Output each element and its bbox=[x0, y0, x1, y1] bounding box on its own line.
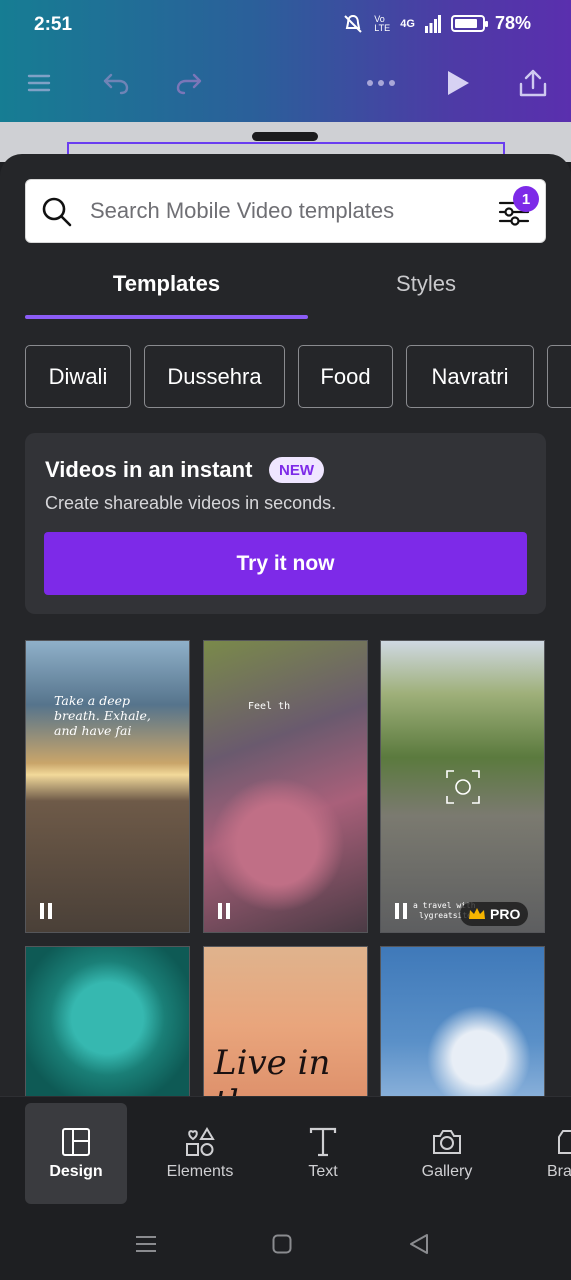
crown-icon bbox=[469, 908, 485, 919]
template-tile[interactable] bbox=[25, 946, 190, 1096]
pause-icon[interactable] bbox=[40, 903, 54, 919]
nav-design[interactable]: Design bbox=[25, 1103, 127, 1204]
pause-icon[interactable] bbox=[395, 903, 409, 919]
template-tile[interactable]: Feel th bbox=[203, 640, 368, 933]
viewfinder-icon bbox=[446, 770, 480, 804]
nav-gallery-label: Gallery bbox=[421, 1163, 473, 1180]
mute-icon bbox=[344, 14, 362, 33]
bottom-navigation: Design Elements Text Gallery Bra bbox=[0, 1096, 571, 1206]
volte-indicator: Vo LTE bbox=[374, 13, 391, 33]
chip-food[interactable]: Food bbox=[298, 345, 393, 408]
system-navigation-bar bbox=[0, 1206, 571, 1280]
nav-elements[interactable]: Elements bbox=[149, 1103, 251, 1204]
new-badge: NEW bbox=[269, 457, 324, 483]
shapes-icon bbox=[186, 1127, 215, 1156]
play-icon[interactable] bbox=[444, 58, 472, 108]
chip-next[interactable] bbox=[547, 345, 571, 408]
editor-toolbar bbox=[0, 58, 571, 108]
pro-badge: PRO bbox=[460, 902, 529, 926]
menu-icon[interactable] bbox=[24, 58, 54, 108]
nav-brand[interactable]: Bra bbox=[519, 1103, 571, 1204]
status-icons: Vo LTE 4G 78% bbox=[342, 13, 531, 34]
template-quote-text: Take a deep breath. Exhale, and have fai bbox=[54, 693, 151, 738]
promo-card: Videos in an instant NEW Create shareabl… bbox=[25, 433, 546, 614]
template-tile[interactable] bbox=[380, 946, 545, 1096]
status-bar: 2:51 Vo LTE 4G 78% bbox=[0, 0, 571, 50]
nav-text[interactable]: Text bbox=[272, 1103, 374, 1204]
tab-templates[interactable]: Templates bbox=[25, 271, 308, 321]
filter-count-badge: 1 bbox=[513, 186, 539, 212]
search-input[interactable]: Search Mobile Video templates bbox=[90, 198, 394, 224]
brand-icon bbox=[558, 1130, 571, 1154]
home-icon[interactable] bbox=[272, 1234, 292, 1254]
chip-dussehra[interactable]: Dussehra bbox=[144, 345, 285, 408]
canva-mobile-screen: 2:51 Vo LTE 4G 78% Search Mobile Video t… bbox=[0, 0, 571, 1280]
sheet-drag-handle[interactable] bbox=[252, 132, 318, 141]
network-type: 4G bbox=[400, 17, 415, 30]
nav-brand-label: Bra bbox=[547, 1163, 571, 1180]
text-t-icon bbox=[309, 1127, 337, 1157]
search-icon bbox=[42, 197, 72, 227]
nav-elements-label: Elements bbox=[166, 1163, 234, 1180]
nav-design-label: Design bbox=[49, 1163, 103, 1180]
try-it-now-button[interactable]: Try it now bbox=[44, 532, 527, 595]
chip-navratri[interactable]: Navratri bbox=[406, 345, 534, 408]
layout-icon bbox=[62, 1128, 90, 1156]
pro-label: PRO bbox=[490, 906, 521, 922]
back-icon[interactable] bbox=[408, 1233, 430, 1255]
share-upload-icon[interactable] bbox=[517, 58, 549, 108]
signal-icon bbox=[424, 14, 441, 33]
camera-icon bbox=[433, 1130, 461, 1154]
nav-gallery[interactable]: Gallery bbox=[396, 1103, 498, 1204]
pause-icon[interactable] bbox=[218, 903, 232, 919]
recent-apps-icon[interactable] bbox=[134, 1234, 158, 1254]
promo-title: Videos in an instant bbox=[45, 457, 253, 482]
active-tab-indicator bbox=[25, 315, 308, 319]
top-gradient-bar: 2:51 Vo LTE 4G 78% bbox=[0, 0, 571, 122]
template-grid: Take a deep breath. Exhale, and have fai… bbox=[0, 630, 571, 1096]
tab-styles[interactable]: Styles bbox=[283, 271, 569, 321]
battery-percent: 78% bbox=[494, 13, 531, 33]
template-caption: Feel th bbox=[248, 701, 291, 712]
template-tile[interactable]: Take a deep breath. Exhale, and have fai bbox=[25, 640, 190, 933]
undo-icon[interactable] bbox=[100, 58, 132, 108]
chip-diwali[interactable]: Diwali bbox=[25, 345, 131, 408]
promo-subtitle: Create shareable videos in seconds. bbox=[45, 493, 337, 513]
template-script-text: Live in the bbox=[214, 1043, 331, 1096]
category-chips: Diwali Dussehra Food Navratri bbox=[25, 345, 571, 409]
battery-icon bbox=[450, 15, 488, 32]
template-tile[interactable]: Live in the bbox=[203, 946, 368, 1096]
search-bar[interactable]: Search Mobile Video templates bbox=[25, 179, 546, 243]
nav-text-label: Text bbox=[308, 1163, 338, 1180]
template-tile[interactable]: a travel with lygreatsite bbox=[380, 640, 545, 933]
redo-icon[interactable] bbox=[173, 58, 205, 108]
status-time: 2:51 bbox=[34, 14, 73, 35]
more-options-icon[interactable] bbox=[364, 58, 398, 108]
